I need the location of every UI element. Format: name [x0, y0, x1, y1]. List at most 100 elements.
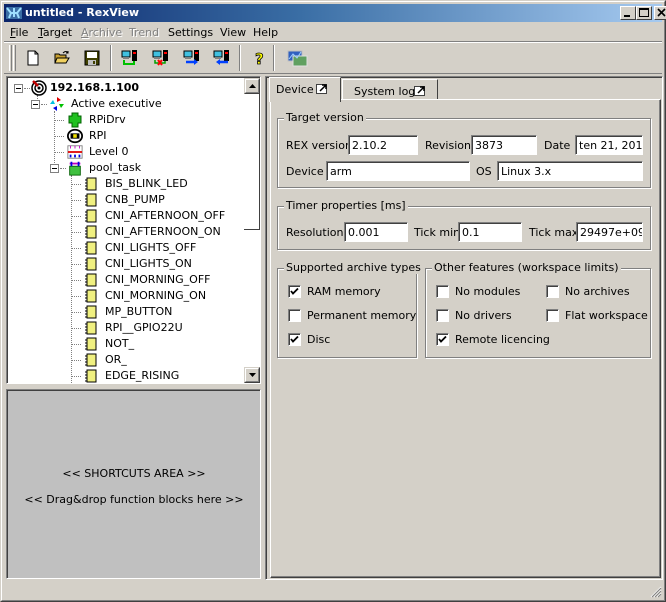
tree-connector	[71, 376, 81, 377]
tree-node-function-block[interactable]: CNI_AFTERNOON_OFF	[71, 208, 241, 224]
menu-file[interactable]: File	[10, 26, 28, 39]
tick-max-field[interactable]: 29497e+09	[576, 222, 643, 242]
tree-node-root[interactable]: 192.168.1.100	[12, 80, 242, 96]
tree-connector	[41, 104, 47, 105]
tree-connector	[71, 232, 81, 233]
tree-node-function-block[interactable]: MP_BUTTON	[71, 304, 241, 320]
tree-label: RPI	[89, 129, 107, 142]
tree-label: NOT_	[105, 337, 135, 350]
tree-node-task[interactable]: pool_task	[46, 160, 236, 176]
checkbox-box[interactable]	[546, 309, 559, 322]
shortcuts-hint: << Drag&drop function blocks here >>	[24, 493, 244, 506]
function-block-icon	[85, 289, 97, 303]
os-field[interactable]: Linux 3.x	[497, 161, 643, 181]
menu-help[interactable]: Help	[253, 26, 278, 39]
tree-scrollbar[interactable]	[244, 78, 260, 383]
open-button[interactable]	[51, 47, 73, 69]
minimize-button[interactable]	[620, 6, 636, 20]
toolbar-grip[interactable]	[9, 45, 12, 71]
checkbox-box[interactable]	[288, 309, 301, 322]
checkbox-label: Flat workspace	[565, 309, 648, 322]
tree-label: Active executive	[71, 97, 162, 110]
menu-target[interactable]: Target	[38, 26, 72, 39]
tree-node-level[interactable]: Level 0	[54, 144, 234, 160]
tree-node-function-block[interactable]: BIS_BLINK_LED	[71, 176, 241, 192]
close-button[interactable]	[654, 6, 666, 20]
arrow-up-icon	[249, 84, 256, 88]
function-block-icon	[85, 369, 97, 383]
tree-node-executive[interactable]: Active executive	[29, 96, 239, 112]
collapse-toggle[interactable]	[14, 84, 23, 93]
menu-archive[interactable]: Archive	[81, 26, 122, 39]
rex-version-field[interactable]: 2.10.2	[348, 135, 418, 155]
connect-button[interactable]	[118, 47, 140, 69]
device-field[interactable]: arm	[326, 161, 470, 181]
tree-node-function-block[interactable]: CNI_MORNING_ON	[71, 288, 241, 304]
collapse-toggle[interactable]	[50, 164, 59, 173]
checkbox-label: No modules	[455, 285, 521, 298]
tree-node-function-block[interactable]: CNI_MORNING_OFF	[71, 272, 241, 288]
tree-node-function-block[interactable]: CNI_AFTERNOON_ON	[71, 224, 241, 240]
revision-field[interactable]: 3873	[471, 135, 537, 155]
tab-system-log[interactable]: System log	[342, 79, 438, 101]
resolution-field[interactable]: 0.001	[344, 222, 408, 242]
download-button[interactable]	[210, 47, 232, 69]
checkbox-box[interactable]	[288, 285, 301, 298]
tree-label: RPI__GPIO22U	[105, 321, 183, 334]
date-field[interactable]: ten 21, 2014	[575, 135, 643, 155]
checkbox-box[interactable]	[436, 333, 449, 346]
target-version-group: Target version REX version 2.10.2 Revisi…	[277, 111, 651, 188]
scroll-down-button[interactable]	[244, 367, 260, 383]
tree-node-function-block[interactable]: CNI_LIGHTS_ON	[71, 256, 241, 272]
shortcuts-area[interactable]: << SHORTCUTS AREA >> << Drag&drop functi…	[6, 389, 261, 579]
tree-node-function-block[interactable]: EDGE_RISING	[71, 368, 241, 383]
checkbox-label: Permanent memory	[307, 309, 417, 322]
tree-label: CNI_LIGHTS_OFF	[105, 241, 197, 254]
checkbox-label: Remote licencing	[455, 333, 550, 346]
menu-view[interactable]: View	[220, 26, 246, 39]
tree-node-function-block[interactable]: RPI__GPIO22U	[71, 320, 241, 336]
tree-node-function-block[interactable]: OR_	[71, 352, 241, 368]
tree-label: BIS_BLINK_LED	[105, 177, 188, 190]
os-label: OS	[476, 165, 492, 178]
detach-icon[interactable]	[316, 83, 328, 95]
task-icon	[69, 161, 81, 176]
checkbox-box[interactable]	[288, 333, 301, 346]
save-button[interactable]	[81, 47, 103, 69]
scroll-thumb[interactable]	[244, 94, 260, 230]
tree-label: pool_task	[89, 161, 142, 174]
executive-cycle-icon	[50, 97, 64, 111]
tree-node-driver[interactable]: RPiDrv	[54, 112, 234, 128]
group-title: Timer properties [ms]	[284, 199, 408, 212]
disconnect-button[interactable]	[149, 47, 171, 69]
tab-device[interactable]: Device	[269, 77, 341, 102]
workspace-button[interactable]	[284, 47, 310, 69]
title-bar[interactable]: untitled - RexView	[4, 4, 666, 22]
checkbox-box[interactable]	[436, 309, 449, 322]
checkbox-box[interactable]	[546, 285, 559, 298]
tree-node-function-block[interactable]: NOT_	[71, 336, 241, 352]
menu-settings[interactable]: Settings	[168, 26, 213, 39]
menu-trend[interactable]: Trend	[129, 26, 159, 39]
function-block-icon	[85, 257, 97, 271]
upload-button[interactable]	[180, 47, 202, 69]
device-tab-page: Target version REX version 2.10.2 Revisi…	[270, 99, 661, 578]
checkbox-box[interactable]	[436, 285, 449, 298]
tree-node-function-block[interactable]: CNB_PUMP	[71, 192, 241, 208]
archive-types-group: Supported archive types RAM memory Perman…	[277, 261, 423, 358]
detach-icon[interactable]	[414, 85, 426, 97]
resize-grip-icon[interactable]	[650, 586, 662, 598]
tree-node-device[interactable]: RPI	[54, 128, 234, 144]
collapse-toggle[interactable]	[31, 100, 40, 109]
tree-label: CNI_MORNING_ON	[105, 289, 207, 302]
tree-label: OR_	[105, 353, 127, 366]
group-title: Supported archive types	[284, 261, 423, 274]
help-button[interactable]: ?	[248, 47, 270, 69]
workspace-tree[interactable]: 192.168.1.100 Active executive RPiDrv RP…	[6, 76, 261, 384]
tick-min-field[interactable]: 0.1	[458, 222, 522, 242]
scroll-up-button[interactable]	[244, 78, 260, 94]
tree-node-function-block[interactable]: CNI_LIGHTS_OFF	[71, 240, 241, 256]
maximize-button[interactable]	[636, 6, 652, 20]
new-button[interactable]	[22, 47, 44, 69]
tree-label: CNI_AFTERNOON_OFF	[105, 209, 226, 222]
